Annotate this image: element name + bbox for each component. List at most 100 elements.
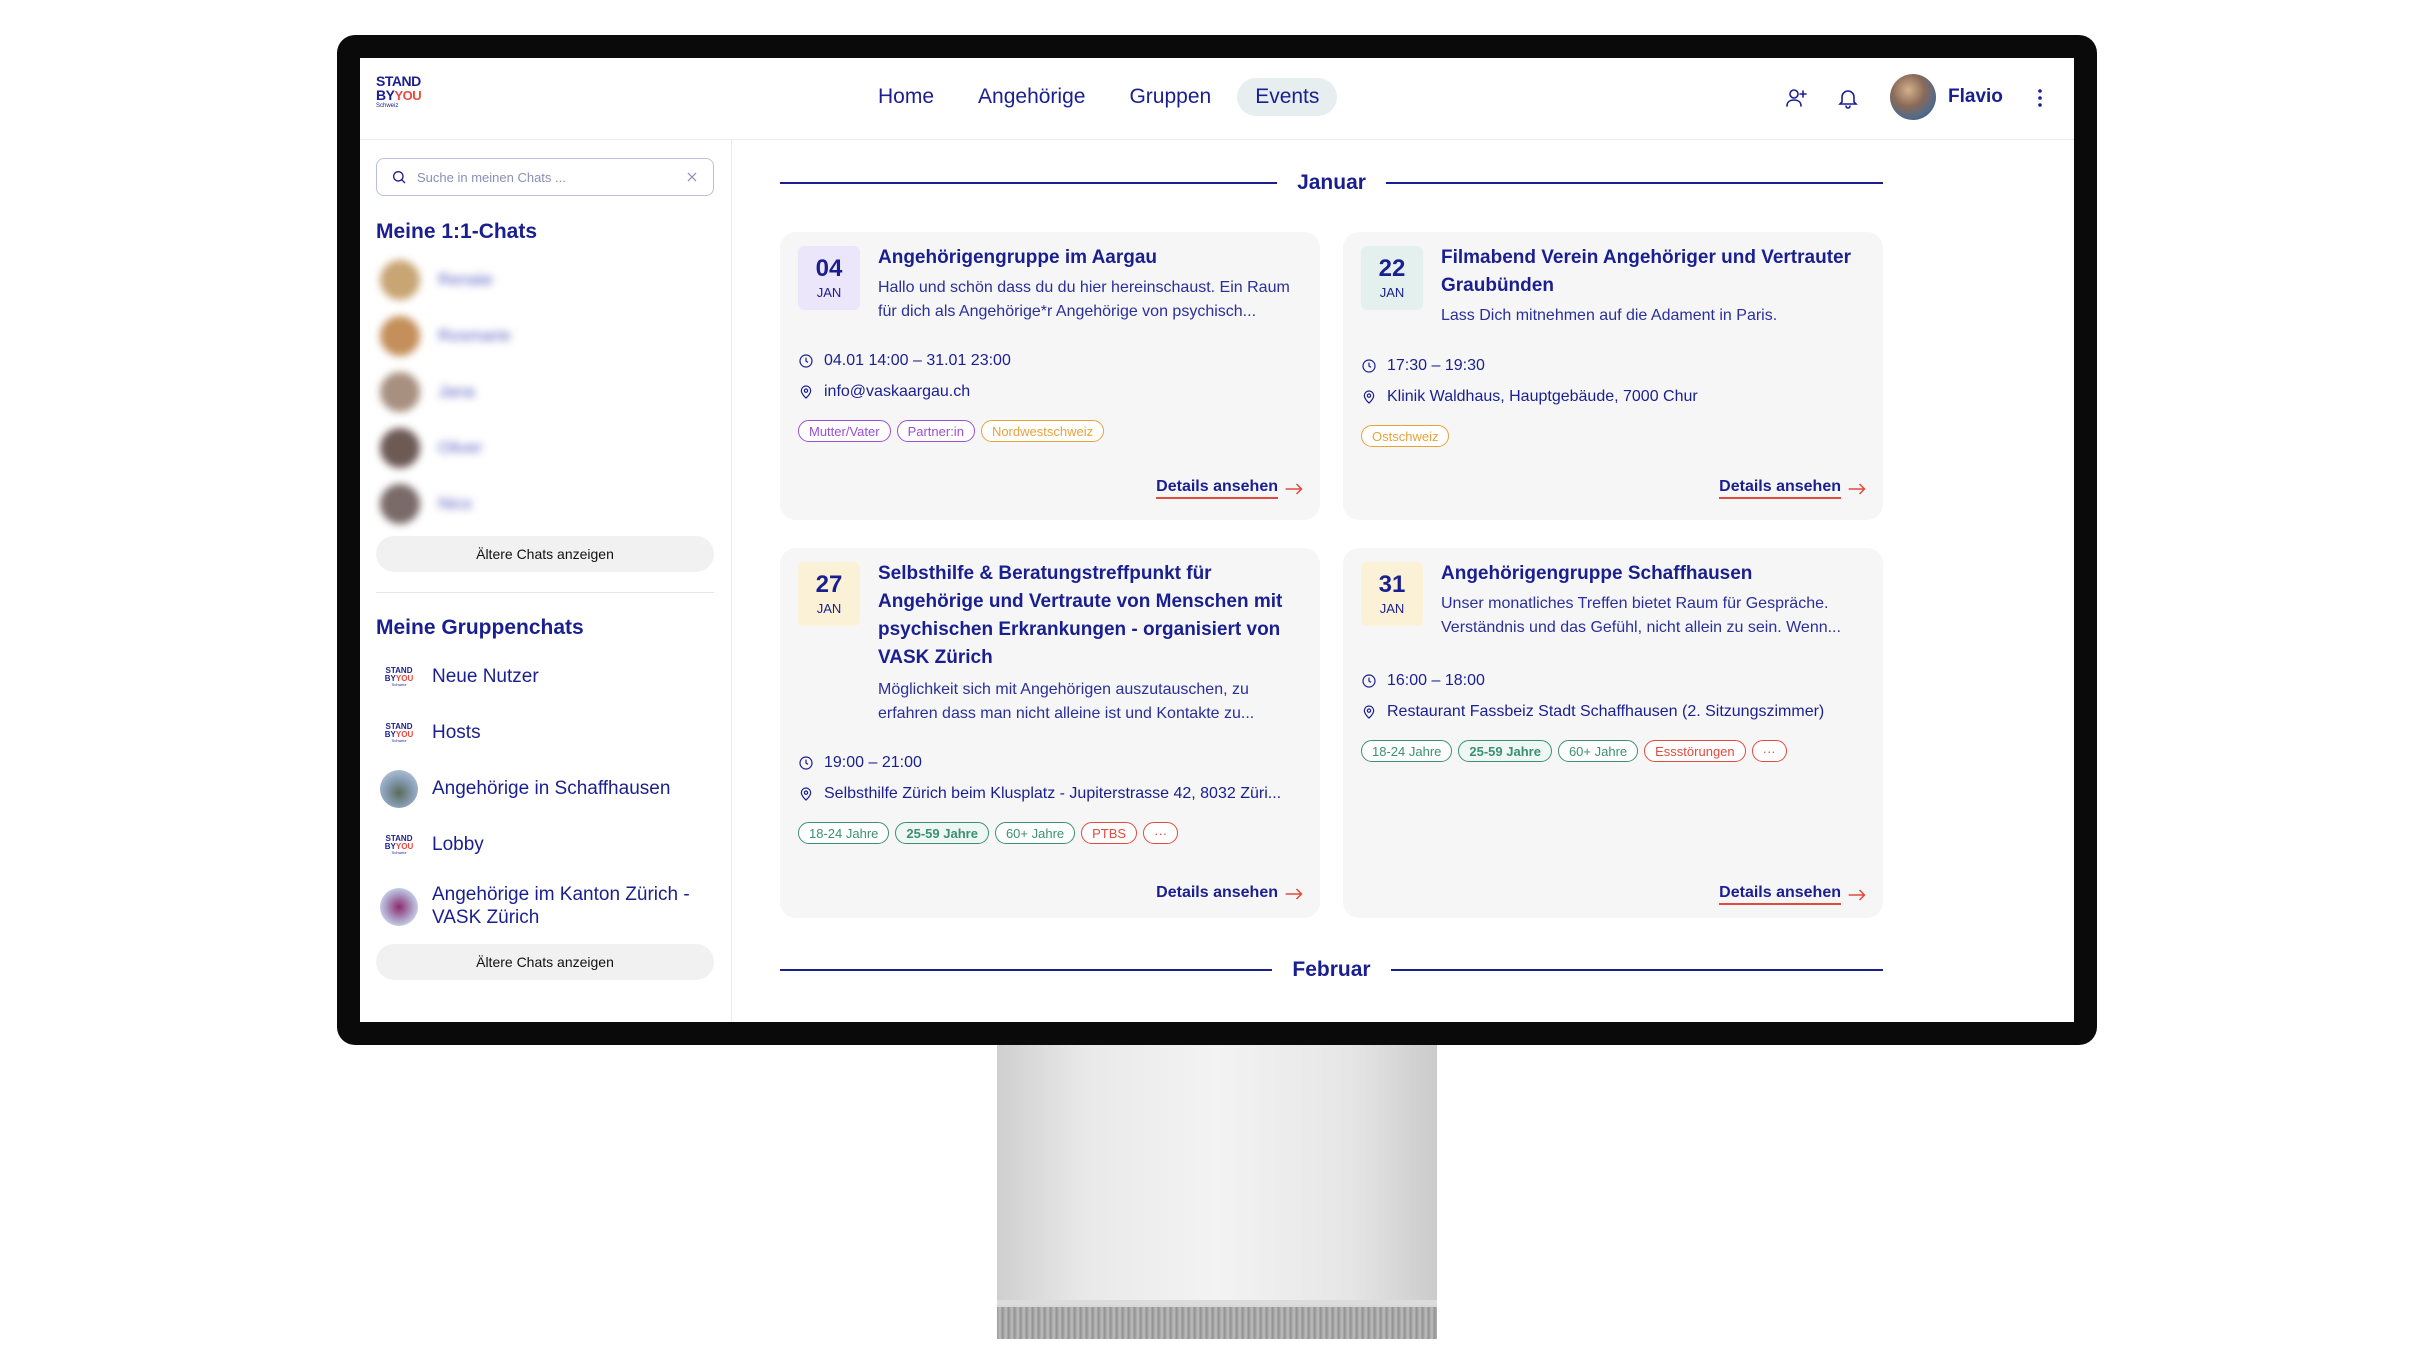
nav-home[interactable]: Home — [860, 78, 952, 116]
event-card[interactable]: 22 JAN Filmabend Verein Angehöriger und V… — [1343, 232, 1883, 520]
details-link[interactable]: Details ansehen — [1156, 478, 1304, 499]
stand-by-you-logo-icon: STAND BYYOU Schweiz — [384, 666, 414, 687]
month-header-januar: Januar — [780, 168, 1883, 198]
tag[interactable]: Ostschweiz — [1361, 425, 1450, 447]
event-card[interactable]: 04 JAN Angehörigengruppe im Aargau Hallo … — [780, 232, 1320, 520]
event-tags: Ostschweiz — [1361, 425, 1450, 447]
tag[interactable]: 18-24 Jahre — [1361, 740, 1453, 762]
event-time: 16:00 – 18:00 — [1361, 672, 1485, 690]
tag[interactable]: Mutter/Vater — [798, 420, 891, 442]
event-time: 19:00 – 21:00 — [798, 754, 922, 772]
divider — [376, 592, 714, 593]
direct-chat-item[interactable]: Rosmarie — [380, 316, 511, 356]
nav-gruppen[interactable]: Gruppen — [1111, 78, 1229, 116]
user-name[interactable]: Flavio — [1948, 86, 2003, 108]
avatar — [380, 316, 420, 356]
nav-events[interactable]: Events — [1237, 78, 1338, 116]
clock-icon — [799, 756, 813, 770]
group-chat-item[interactable]: Angehörige in Schaffhausen — [380, 770, 670, 808]
event-location: Restaurant Fassbeiz Stadt Schaffhausen (… — [1361, 703, 1824, 721]
clock-icon — [1362, 674, 1376, 688]
event-title[interactable]: Angehörigengruppe Schaffhausen — [1441, 560, 1865, 588]
details-link[interactable]: Details ansehen — [1719, 884, 1867, 905]
tag[interactable]: PTBS — [1081, 822, 1138, 844]
group-chat-item[interactable]: STAND BYYOU Schweiz Neue Nutzer — [380, 658, 539, 696]
more-tags-button[interactable]: ··· — [1751, 740, 1787, 762]
group-chat-item[interactable]: STAND BYYOU Schweiz Lobby — [380, 826, 484, 864]
event-time: 17:30 – 19:30 — [1361, 357, 1485, 375]
tag[interactable]: Essstörungen — [1644, 740, 1746, 762]
top-header: STAND BYYOU Schweiz Home Angehörige Grup… — [360, 58, 2074, 140]
direct-chats-title: Meine 1:1-Chats — [376, 220, 538, 243]
search-icon — [393, 171, 406, 184]
direct-chat-item[interactable]: Jana — [380, 372, 475, 412]
stand-by-you-logo-icon: STAND BYYOU Schweiz — [384, 722, 414, 743]
details-link[interactable]: Details ansehen — [1719, 478, 1867, 499]
arrow-right-icon — [1848, 482, 1866, 495]
tag[interactable]: Partner:in — [896, 420, 975, 442]
event-description: Lass Dich mitnehmen auf die Adament in P… — [1441, 307, 1778, 324]
group-photo — [380, 770, 418, 808]
arrow-right-icon — [1848, 888, 1866, 901]
tag[interactable]: 60+ Jahre — [1557, 740, 1639, 762]
vask-emblem — [380, 887, 418, 926]
event-tags: Mutter/Vater Partner:in Nordwestschweiz — [798, 420, 1105, 442]
location-pin-icon — [800, 787, 812, 801]
more-vertical-icon[interactable] — [2022, 80, 2058, 116]
event-location: Klinik Waldhaus, Hauptgebäude, 7000 Chur — [1361, 388, 1698, 406]
arrow-right-icon — [1285, 887, 1303, 900]
monitor-stand-base — [997, 1305, 1437, 1339]
location-pin-icon — [1363, 705, 1375, 719]
avatar — [380, 484, 420, 524]
avatar — [380, 428, 420, 468]
avatar — [380, 260, 420, 300]
events-main: Januar 04 JAN Angehörigengruppe im Aargau… — [733, 140, 2074, 1022]
event-date: 04 JAN — [798, 246, 860, 310]
group-chat-item[interactable]: Angehörige im Kanton Zürich - VASK Züric… — [380, 884, 702, 930]
event-location: Selbsthilfe Zürich beim Klusplatz - Jupi… — [798, 785, 1281, 803]
month-header-februar: Februar — [780, 955, 1883, 985]
event-description: Hallo und schön dass du du hier hereinsc… — [878, 279, 1290, 320]
direct-chat-item[interactable]: Renate — [380, 260, 493, 300]
location-pin-icon — [800, 385, 812, 399]
tag[interactable]: 18-24 Jahre — [798, 822, 890, 844]
event-card[interactable]: 31 JAN Angehörigengruppe Schaffhausen Uns… — [1343, 548, 1883, 918]
tag[interactable]: 25-59 Jahre — [895, 822, 989, 844]
event-date: 27 JAN — [798, 562, 860, 626]
clock-icon — [799, 354, 813, 368]
chat-sidebar: Suche in meinen Chats ... Meine 1:1-Chat… — [360, 140, 732, 1022]
main-nav: Home Angehörige Gruppen Events — [860, 78, 1338, 120]
bell-icon[interactable] — [1830, 80, 1866, 116]
group-chat-item[interactable]: STAND BYYOU Schweiz Hosts — [380, 714, 481, 752]
arrow-right-icon — [1285, 482, 1303, 495]
clear-icon[interactable] — [685, 170, 699, 184]
app-screen: STAND BYYOU Schweiz Home Angehörige Grup… — [360, 58, 2074, 1022]
event-title[interactable]: Selbsthilfe & Beratungstreffpunkt für An… — [878, 560, 1302, 672]
event-time: 04.01 14:00 – 31.01 23:00 — [798, 352, 1011, 370]
location-pin-icon — [1363, 390, 1375, 404]
clock-icon — [1362, 359, 1376, 373]
details-link[interactable]: Details ansehen — [1156, 884, 1304, 903]
event-description: Unser monatliches Treffen bietet Raum fü… — [1441, 595, 1841, 636]
tag[interactable]: Nordwestschweiz — [980, 420, 1105, 442]
event-title[interactable]: Filmabend Verein Angehöriger und Vertrau… — [1441, 244, 1865, 300]
nav-angehoerige[interactable]: Angehörige — [960, 78, 1103, 116]
more-tags-button[interactable]: ··· — [1143, 822, 1179, 844]
tag[interactable]: 60+ Jahre — [994, 822, 1076, 844]
event-title[interactable]: Angehörigengruppe im Aargau — [878, 244, 1302, 272]
group-chats-title: Meine Gruppenchats — [376, 616, 584, 639]
direct-chat-item[interactable]: Oliver — [380, 428, 482, 468]
monitor-stand — [997, 1045, 1437, 1305]
tag[interactable]: 25-59 Jahre — [1458, 740, 1552, 762]
event-card[interactable]: 27 JAN Selbsthilfe & Beratungstreffpunkt … — [780, 548, 1320, 918]
event-tags: 18-24 Jahre 25-59 Jahre 60+ Jahre Essstö… — [1361, 740, 1787, 762]
search-placeholder: Suche in meinen Chats ... — [417, 169, 566, 185]
chat-search-input[interactable]: Suche in meinen Chats ... — [376, 158, 714, 196]
event-description: Möglichkeit sich mit Angehörigen auszuta… — [878, 681, 1255, 722]
stand-by-you-logo[interactable]: STAND BYYOU Schweiz — [376, 74, 436, 109]
add-user-icon[interactable] — [1778, 80, 1814, 116]
user-avatar[interactable] — [1890, 74, 1936, 120]
older-chats-button[interactable]: Ältere Chats anzeigen — [376, 536, 714, 572]
older-group-chats-button[interactable]: Ältere Chats anzeigen — [376, 944, 714, 980]
direct-chat-item[interactable]: Nico — [380, 484, 472, 524]
